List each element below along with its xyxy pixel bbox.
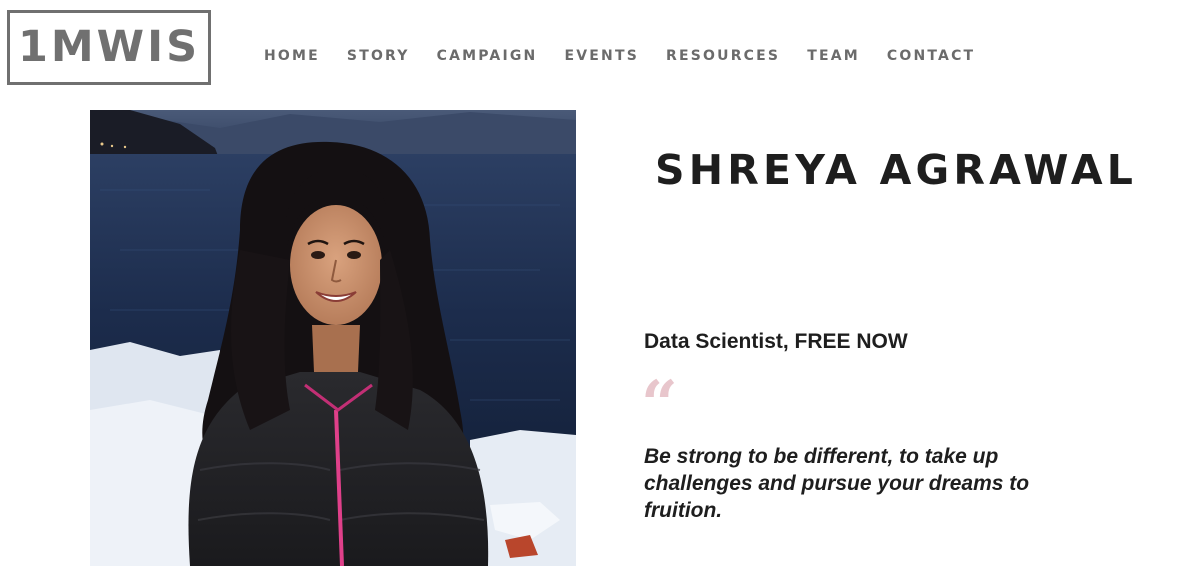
profile-name: SHREYA AGRAWAL <box>655 146 1138 194</box>
nav-resources[interactable]: RESOURCES <box>666 47 780 65</box>
site-logo[interactable]: 1MWIS <box>7 10 211 85</box>
main-nav: HOME STORY CAMPAIGN EVENTS RESOURCES TEA… <box>264 47 1002 65</box>
nav-home[interactable]: HOME <box>264 47 320 65</box>
quote-mark-icon: “ <box>641 367 678 442</box>
nav-contact[interactable]: CONTACT <box>887 47 975 65</box>
nav-events[interactable]: EVENTS <box>564 47 639 65</box>
profile-role: Data Scientist, FREE NOW <box>644 330 908 353</box>
nav-campaign[interactable]: CAMPAIGN <box>437 47 538 65</box>
nav-team[interactable]: TEAM <box>807 47 860 65</box>
profile-photo <box>90 110 576 566</box>
logo-text: 1MWIS <box>17 22 201 72</box>
profile-page: 1MWIS HOME STORY CAMPAIGN EVENTS RESOURC… <box>0 0 1200 576</box>
nav-story[interactable]: STORY <box>347 47 410 65</box>
profile-quote: Be strong to be different, to take up ch… <box>644 445 1030 522</box>
